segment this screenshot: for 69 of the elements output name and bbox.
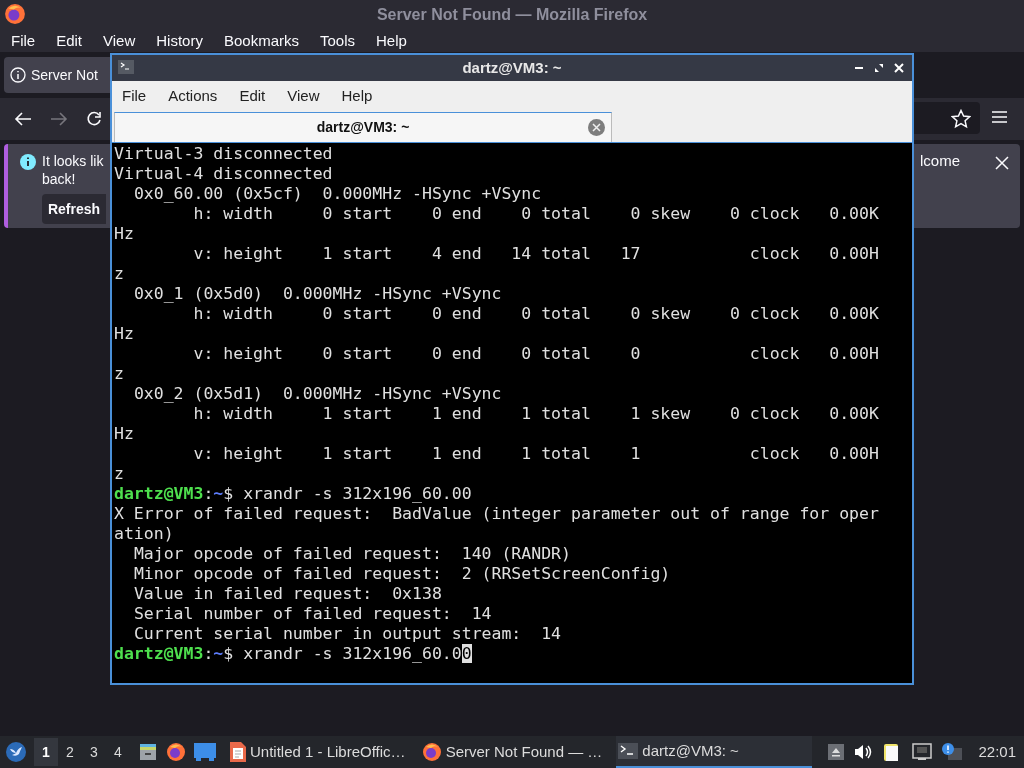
info-icon [20,154,36,170]
alert-icon[interactable] [942,743,963,761]
star-icon[interactable] [951,109,971,129]
menu-item[interactable]: Edit [56,29,83,53]
browser-logo-icon [421,742,442,762]
menu-item[interactable]: View [287,84,320,108]
terminal-output-line: X Error of failed request: BadValue (integer parameter out of range for operation) [114,504,880,544]
taskbar-task[interactable]: Server Not Found — … [419,736,605,768]
terminal-output-line: 0x0_1 (0x5d0) 0.000MHz -HSync +VSync [132,284,503,304]
file-cabinet-icon[interactable] [138,742,158,762]
terminal-output-line: v: height 1 start 4 end 14 total 17 clock 0.00Hz [114,244,880,284]
network-icon[interactable] [912,743,933,761]
terminal-output-line: v: height 0 start 0 end 0 total 0 clock 0.00Hz [114,344,880,384]
menu-icon[interactable] [992,110,1007,124]
workspace-switch[interactable]: 1 [34,738,58,766]
menu-item[interactable]: File [122,84,147,108]
taskbar-task[interactable]: Untitled 1 - LibreOffic… [228,736,408,768]
restore-icon[interactable] [874,63,884,73]
terminal-output-line: Serial number of failed request: 14 [132,604,493,624]
terminal-tab[interactable]: dartz@VM3: ~ [114,112,612,142]
menu-item[interactable]: Edit [239,84,266,108]
terminal-prompt-line: dartz@VM3:~$ xrandr -s 312x196_60.00 [114,484,473,504]
workspace-switch[interactable]: 2 [58,738,82,766]
desktop-icon[interactable] [194,743,216,761]
workspace-switch[interactable]: 4 [106,738,130,766]
close-icon[interactable] [894,63,904,73]
terminal-output-line: Virtual-4 disconnected [114,164,334,184]
menu-item[interactable]: View [103,29,136,53]
menu-item[interactable]: History [156,29,203,53]
window-title: dartz@VM3: ~ [462,57,562,78]
menu-item[interactable]: Actions [168,84,218,108]
terminal-output-line: v: height 1 start 1 end 1 total 1 clock 0.00Hz [114,444,880,484]
terminal-output-line: 0x0_60.00 (0x5cf) 0.000MHz -HSync +VSync [132,184,543,204]
terminal-output-line: Value in failed request: 0x138 [132,584,443,604]
reload-icon[interactable] [86,111,102,127]
terminal-output-line: 0x0_2 (0x5d1) 0.000MHz -HSync +VSync [132,384,503,404]
workspace-switch[interactable]: 3 [82,738,106,766]
terminal-prompt-line: dartz@VM3:~$ xrandr -s 312x196_60.00 [114,644,473,664]
menu-item[interactable]: File [11,29,36,53]
window-title: Server Not Found — Mozilla Firefox [376,5,648,25]
terminal-output-line: Current serial number in output stream: 14 [132,624,563,644]
notification-text: back! [42,170,76,188]
terminal-output-line: Major opcode of failed request: 140 (RANDR) [132,544,572,564]
refresh-button[interactable]: Refresh [42,194,106,224]
menu-item[interactable]: Help [376,29,407,53]
terminal-icon [618,743,639,759]
menu-item[interactable]: Tools [320,29,355,53]
browser-logo-icon [4,3,26,25]
notification-text: lcome [920,152,960,170]
speaker-icon[interactable] [854,744,873,760]
close-icon[interactable] [995,156,1009,170]
back-arrow-icon[interactable] [14,111,32,127]
terminal-output-line: Minor opcode of failed request: 2 (RRSetScreenConfig) [132,564,672,584]
info-icon [10,67,26,83]
document-icon [230,742,246,762]
terminal-output-line: Virtual-3 disconnected [114,144,334,164]
menu-item[interactable]: Bookmarks [223,29,299,53]
browser-tab[interactable]: Server Not [4,57,110,93]
eject-icon[interactable] [828,744,845,760]
forward-arrow-icon[interactable] [50,111,68,127]
url-field[interactable] [914,102,980,134]
notification-text: It looks lik [42,152,104,170]
terminal-icon [118,60,134,74]
clock-text: 22:01 [978,741,1016,762]
browser-logo-icon [166,742,186,762]
bird-logo-icon[interactable] [6,742,26,762]
cursor: 0 [461,644,472,663]
taskbar-task[interactable]: dartz@VM3: ~ [616,736,813,768]
menu-item[interactable]: Help [341,84,373,108]
